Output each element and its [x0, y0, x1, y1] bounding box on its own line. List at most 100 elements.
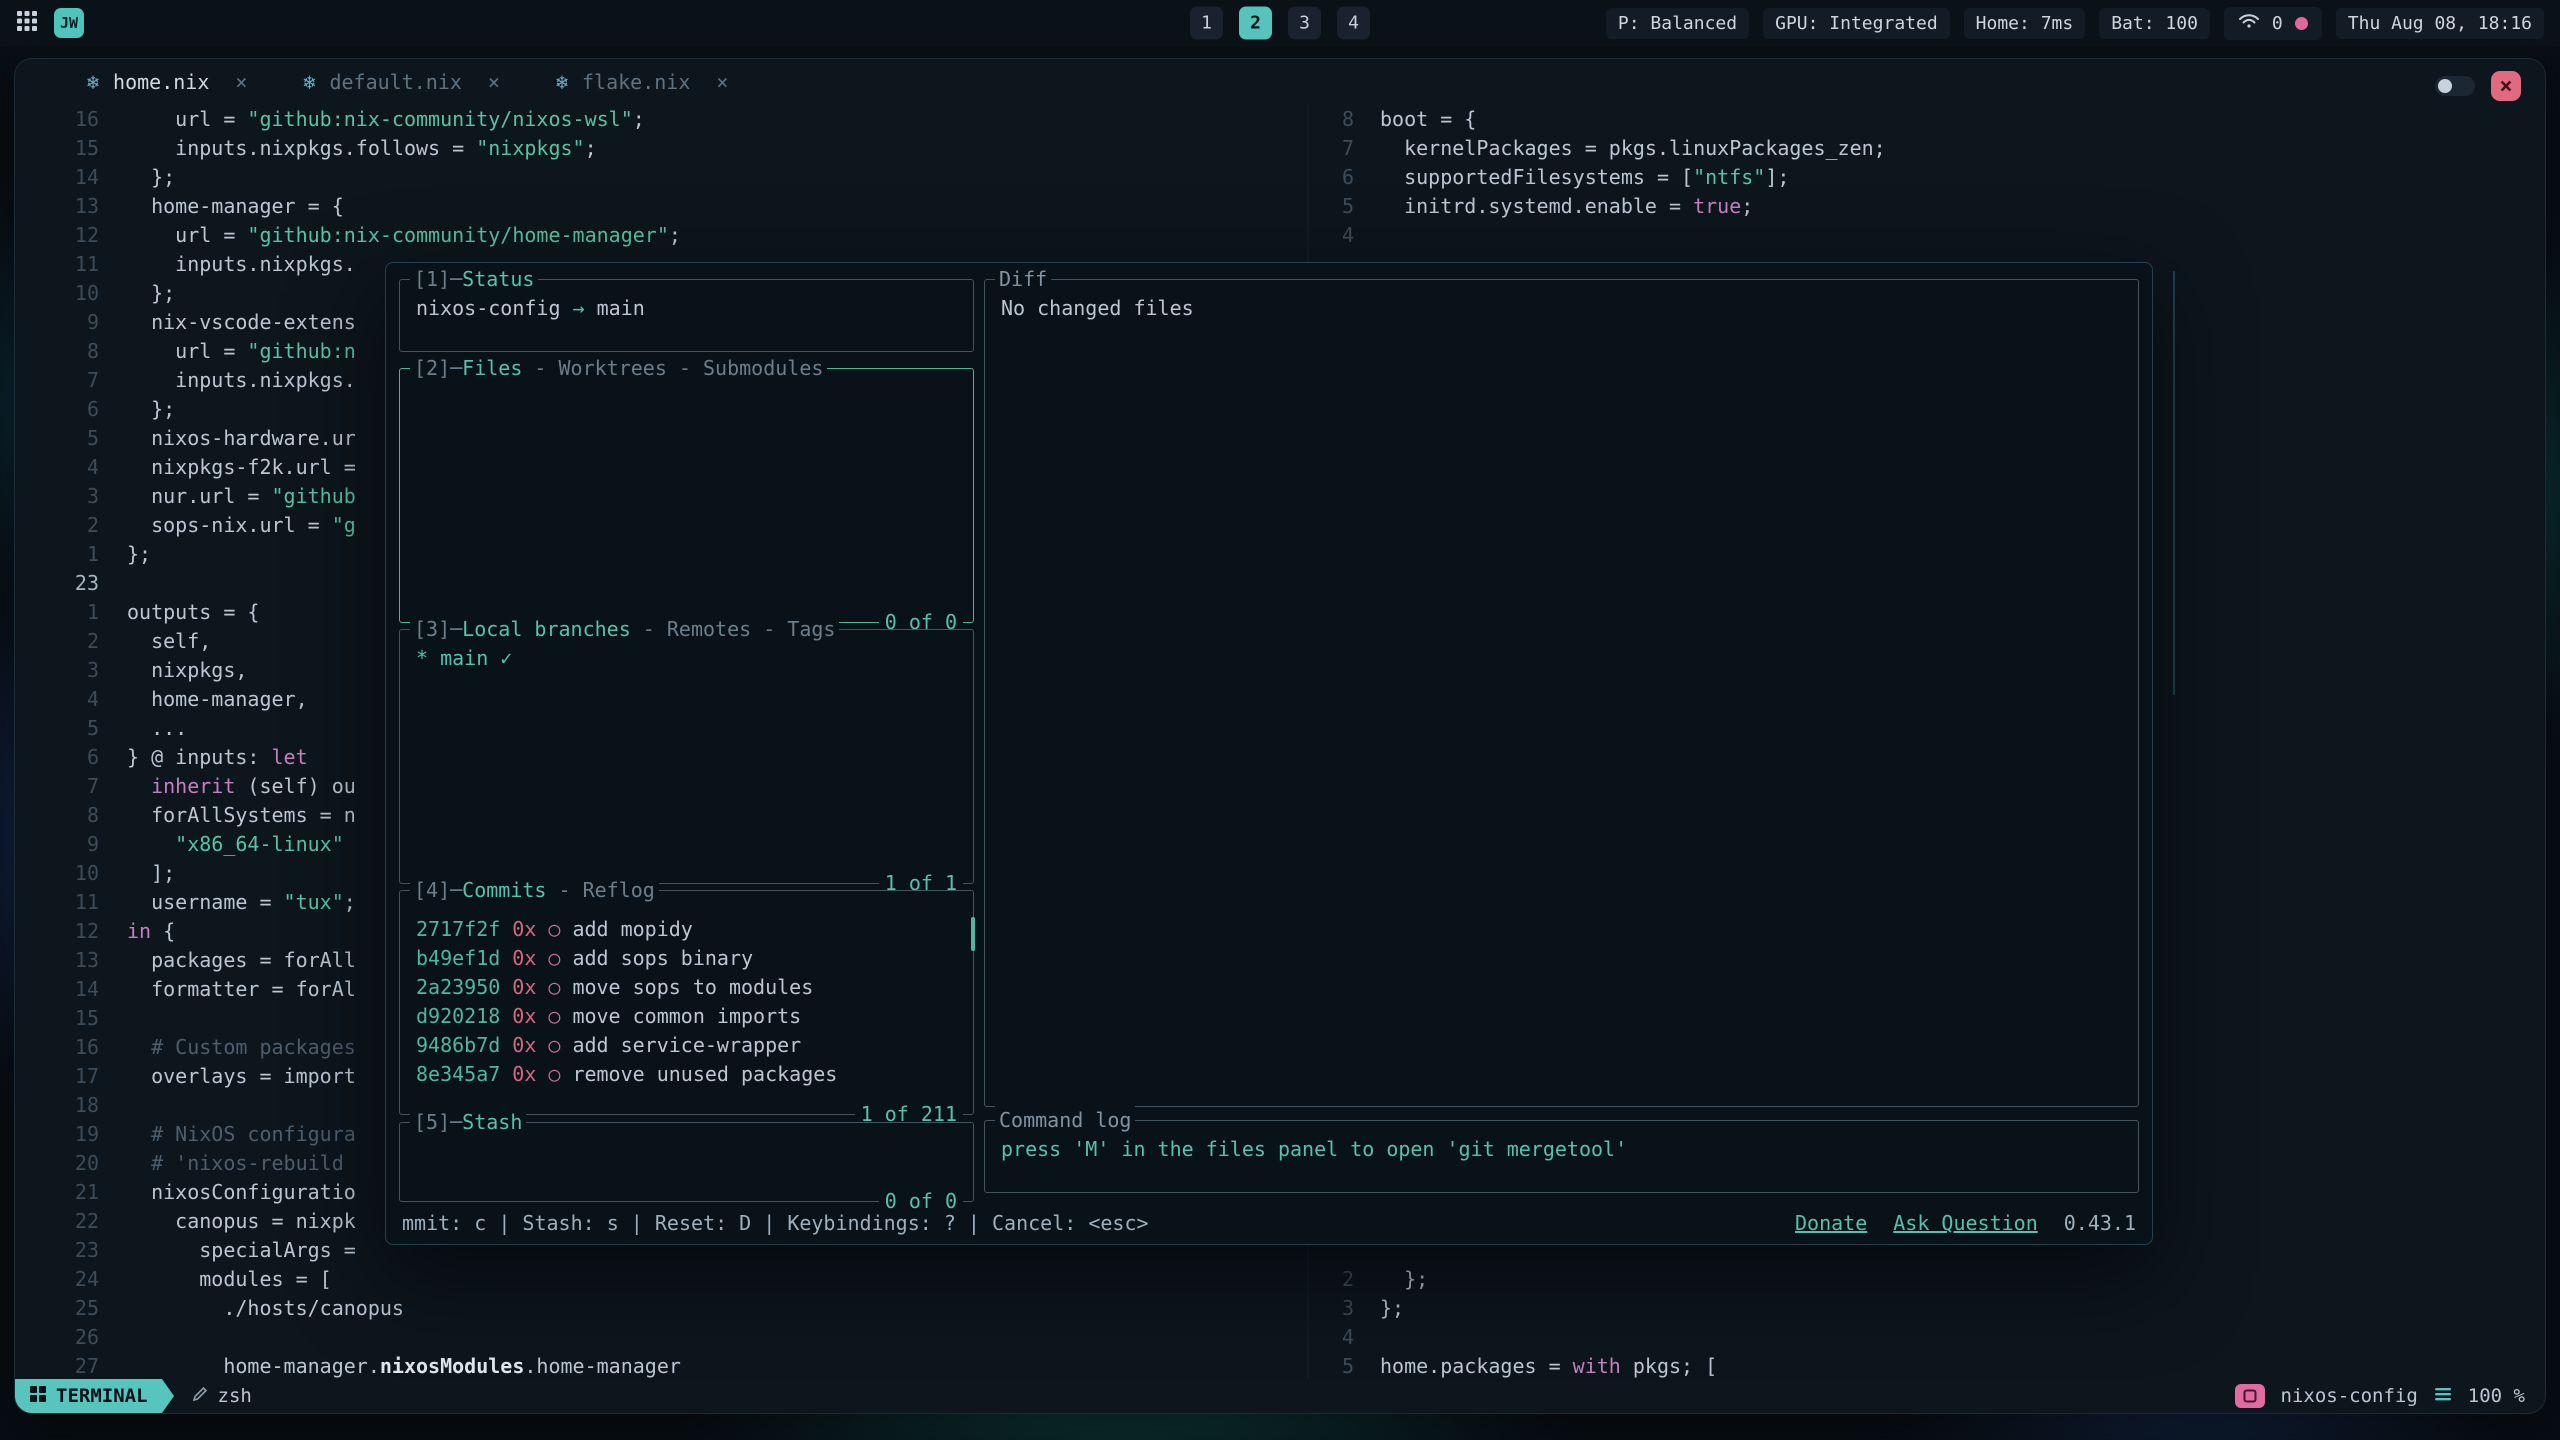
line-number: 12 — [15, 917, 99, 946]
wifi-icon[interactable] — [2238, 12, 2260, 35]
commit-mark-icon: ○ — [548, 1002, 560, 1031]
commit-row[interactable]: 2a239500x○move sops to modules — [416, 973, 957, 1002]
commit-mark-icon: ○ — [548, 1060, 560, 1089]
line-number: 17 — [15, 1062, 99, 1091]
lazygit-stash-panel[interactable]: [5]─Stash 0 of 0 — [399, 1122, 974, 1202]
commit-hash: 2717f2f — [416, 915, 500, 944]
shell-tab[interactable]: zsh — [174, 1379, 270, 1413]
tray-count: 0 — [2272, 13, 2283, 34]
line-number: 3 — [15, 656, 99, 685]
line-number: 23 — [15, 569, 99, 598]
commit-hash: d920218 — [416, 1002, 500, 1031]
commit-list: 2717f2f0x○add mopidyb49ef1d0x○add sops b… — [400, 891, 973, 1103]
commit-message: add service-wrapper — [572, 1031, 801, 1060]
lazygit-diff-panel[interactable]: Diff No changed files — [984, 279, 2139, 1107]
nix-snowflake-icon: ❄ — [303, 70, 315, 94]
lazygit-command-log-panel[interactable]: Command log press 'M' in the files panel… — [984, 1120, 2139, 1193]
window-close-button[interactable]: × — [2491, 71, 2521, 101]
line-number: 11 — [15, 250, 99, 279]
lazygit-branches-panel[interactable]: [3]─Local branches - Remotes - Tags * ma… — [399, 629, 974, 884]
code-line: 24 modules = [ — [15, 1265, 1307, 1294]
float-toggle[interactable] — [2435, 76, 2475, 96]
module-1: GPU: Integrated — [1763, 8, 1950, 39]
code-line: 6 supportedFilesystems = ["ntfs"]; — [1309, 163, 2545, 192]
line-number: 15 — [15, 134, 99, 163]
mode-badge[interactable]: TERMINAL — [15, 1379, 162, 1413]
code-line: 8boot = { — [1309, 105, 2545, 134]
line-number: 3 — [15, 482, 99, 511]
commit-hash: b49ef1d — [416, 944, 500, 973]
line-number: 7 — [1309, 134, 1354, 163]
code-line: 16 url = "github:nix-community/nixos-wsl… — [15, 105, 1307, 134]
line-number: 6 — [15, 395, 99, 424]
commit-row[interactable]: 2717f2f0x○add mopidy — [416, 915, 957, 944]
notification-dot-icon[interactable] — [2295, 17, 2308, 30]
system-tray[interactable]: 0 — [2224, 7, 2322, 40]
donate-link[interactable]: Donate — [1795, 1209, 1867, 1238]
code-line: 12 url = "github:nix-community/home-mana… — [15, 221, 1307, 250]
line-number: 16 — [15, 105, 99, 134]
tab-close-icon[interactable]: × — [716, 70, 728, 94]
workspace-1[interactable]: 1 — [1190, 7, 1223, 40]
commit-message: move common imports — [572, 1002, 801, 1031]
code-line: 3}; — [1309, 1294, 2545, 1323]
line-number: 9 — [15, 830, 99, 859]
commit-row[interactable]: 8e345a70x○remove unused packages — [416, 1060, 957, 1089]
mode-label: TERMINAL — [56, 1385, 148, 1407]
code-line: 5home.packages = with pkgs; [ — [1309, 1352, 2545, 1379]
tab-close-icon[interactable]: × — [488, 70, 500, 94]
panel-title: Diff — [995, 265, 1051, 294]
code-line: 26 — [15, 1323, 1307, 1352]
line-number: 10 — [15, 279, 99, 308]
commit-flag: 0x — [512, 1060, 536, 1089]
commits-scrollbar[interactable] — [971, 917, 975, 951]
session-badge[interactable] — [2235, 1384, 2265, 1408]
commit-row[interactable]: 9486b7d0x○add service-wrapper — [416, 1031, 957, 1060]
tab-home.nix[interactable]: ❄home.nix× — [87, 70, 247, 94]
commit-row[interactable]: b49ef1d0x○add sops binary — [416, 944, 957, 973]
lazygit-files-panel[interactable]: [2]─Files - Worktrees - Submodules 0 of … — [399, 368, 974, 623]
commit-row[interactable]: d920218 0x ○ move common imports — [416, 1002, 957, 1031]
pencil-icon — [192, 1385, 208, 1407]
tab-flake.nix[interactable]: ❄flake.nix× — [556, 70, 728, 94]
commit-flag: 0x — [512, 915, 536, 944]
code-line: 4 — [1309, 221, 2545, 250]
line-number: 19 — [15, 1120, 99, 1149]
line-number: 16 — [15, 1033, 99, 1062]
commit-hash: 8e345a7 — [416, 1060, 500, 1089]
commit-hash: 2a23950 — [416, 973, 500, 1002]
line-number: 18 — [15, 1091, 99, 1120]
workspace-3[interactable]: 3 — [1288, 7, 1321, 40]
workspace-4[interactable]: 4 — [1337, 7, 1370, 40]
session-name: nixos-config — [2281, 1385, 2418, 1407]
terminal-status-bar: TERMINAL zsh nixos-config 100 % — [15, 1379, 2545, 1413]
code-line: 5 initrd.systemd.enable = true; — [1309, 192, 2545, 221]
line-number: 4 — [1309, 221, 1354, 250]
tab-default.nix[interactable]: ❄default.nix× — [303, 70, 500, 94]
commit-flag: 0x — [512, 1002, 536, 1031]
line-number: 25 — [15, 1294, 99, 1323]
ask-question-link[interactable]: Ask Question — [1893, 1209, 2038, 1238]
line-number: 2 — [15, 627, 99, 656]
line-number: 23 — [15, 1236, 99, 1265]
line-number: 5 — [1309, 192, 1354, 221]
clock[interactable]: Thu Aug 08, 18:16 — [2336, 8, 2544, 39]
tab-close-icon[interactable]: × — [235, 70, 247, 94]
line-number: 13 — [15, 946, 99, 975]
statusbar-right: nixos-config 100 % — [2235, 1384, 2545, 1408]
lazygit-commits-panel[interactable]: [4]─Commits - Reflog 2717f2f0x○add mopid… — [399, 890, 974, 1115]
nix-snowflake-icon: ❄ — [87, 70, 99, 94]
code-line: 27 home-manager.nixosModules.home-manage… — [15, 1352, 1307, 1379]
buffer-tab-bar: ❄home.nix× ❄default.nix× ❄flake.nix× — [15, 59, 2545, 105]
lazygit-status-panel[interactable]: [1]─Status nixos-config → main — [399, 279, 974, 352]
logo-badge[interactable]: JW — [54, 8, 84, 38]
line-number: 26 — [15, 1323, 99, 1352]
workspace-2[interactable]: 2 — [1239, 7, 1272, 40]
module-0: P: Balanced — [1606, 8, 1749, 39]
line-number: 2 — [15, 511, 99, 540]
app-launcher-icon[interactable] — [16, 10, 38, 37]
line-number: 15 — [15, 1004, 99, 1033]
commit-flag: 0x — [512, 1031, 536, 1060]
scroll-indicator — [2173, 271, 2175, 695]
line-number: 20 — [15, 1149, 99, 1178]
